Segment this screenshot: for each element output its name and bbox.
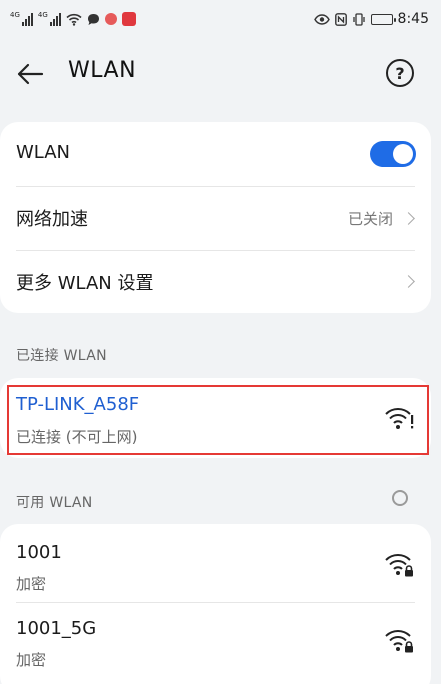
status-bar: 4G 4G 8:45: [0, 0, 441, 38]
available-networks-card: 1001 加密 1001_5G 加密: [0, 524, 431, 684]
status-right: 8:45: [313, 11, 429, 27]
wifi-warning-icon: [385, 408, 414, 429]
back-button[interactable]: [14, 60, 46, 88]
connected-network-item[interactable]: TP-LINK_A58F 已连接 (不可上网): [0, 378, 431, 458]
wlan-settings-card: WLAN 网络加速 已关闭 更多 WLAN 设置: [0, 122, 431, 313]
network-security: 加密: [16, 651, 47, 669]
battery-icon: [370, 13, 396, 25]
network-name: 1001: [16, 542, 62, 563]
wlan-settings-screen: 4G 4G 8:45 WLAN ? WLAN 网络加速 已关闭 更多 WLAN …: [0, 0, 441, 684]
arrow-left-icon: [17, 63, 44, 85]
wifi-locked-icon: [385, 554, 413, 577]
nfc-icon: [334, 12, 347, 26]
help-icon: ?: [395, 63, 405, 83]
wlan-toggle-row[interactable]: WLAN: [0, 122, 431, 186]
more-wlan-settings-label: 更多 WLAN 设置: [16, 273, 154, 294]
network-acceleration-value: 已关闭: [347, 210, 393, 228]
connected-network-card: TP-LINK_A58F 已连接 (不可上网): [0, 378, 431, 458]
page-title: WLAN: [68, 58, 137, 83]
network-type-label: 4G: [37, 11, 48, 19]
available-network-item[interactable]: 1001 加密: [0, 524, 431, 602]
wlan-toggle-switch[interactable]: [370, 141, 416, 167]
wifi-icon: [66, 13, 82, 26]
vibrate-icon: [352, 12, 365, 26]
wlan-label: WLAN: [16, 142, 71, 163]
network-acceleration-label: 网络加速: [16, 209, 88, 230]
more-wlan-settings-row[interactable]: 更多 WLAN 设置: [0, 250, 431, 313]
app-header: WLAN ?: [0, 48, 441, 100]
chevron-right-icon: [402, 212, 415, 225]
connected-section-title: 已连接 WLAN: [16, 348, 107, 364]
available-section-title: 可用 WLAN: [16, 495, 93, 511]
clock: 8:45: [397, 11, 429, 27]
signal-icon: 4G: [10, 12, 33, 26]
network-acceleration-row[interactable]: 网络加速 已关闭: [0, 186, 431, 250]
app-icon: [121, 12, 136, 26]
wifi-locked-icon: [385, 630, 413, 653]
available-network-item[interactable]: 1001_5G 加密: [0, 602, 431, 680]
connected-network-name: TP-LINK_A58F: [16, 394, 140, 415]
signal-icon: 4G: [38, 12, 61, 26]
eye-icon: [313, 13, 330, 25]
network-security: 加密: [16, 575, 47, 593]
connected-network-status: 已连接 (不可上网): [16, 428, 138, 446]
status-left: 4G 4G: [10, 12, 136, 26]
network-name: 1001_5G: [16, 618, 97, 639]
toggle-knob: [393, 144, 413, 164]
message-icon: [87, 13, 99, 25]
help-button[interactable]: ?: [386, 59, 414, 87]
app-icon: [104, 13, 117, 25]
scanning-icon: [392, 490, 408, 506]
network-type-label: 4G: [10, 11, 20, 19]
chevron-right-icon: [402, 275, 415, 288]
